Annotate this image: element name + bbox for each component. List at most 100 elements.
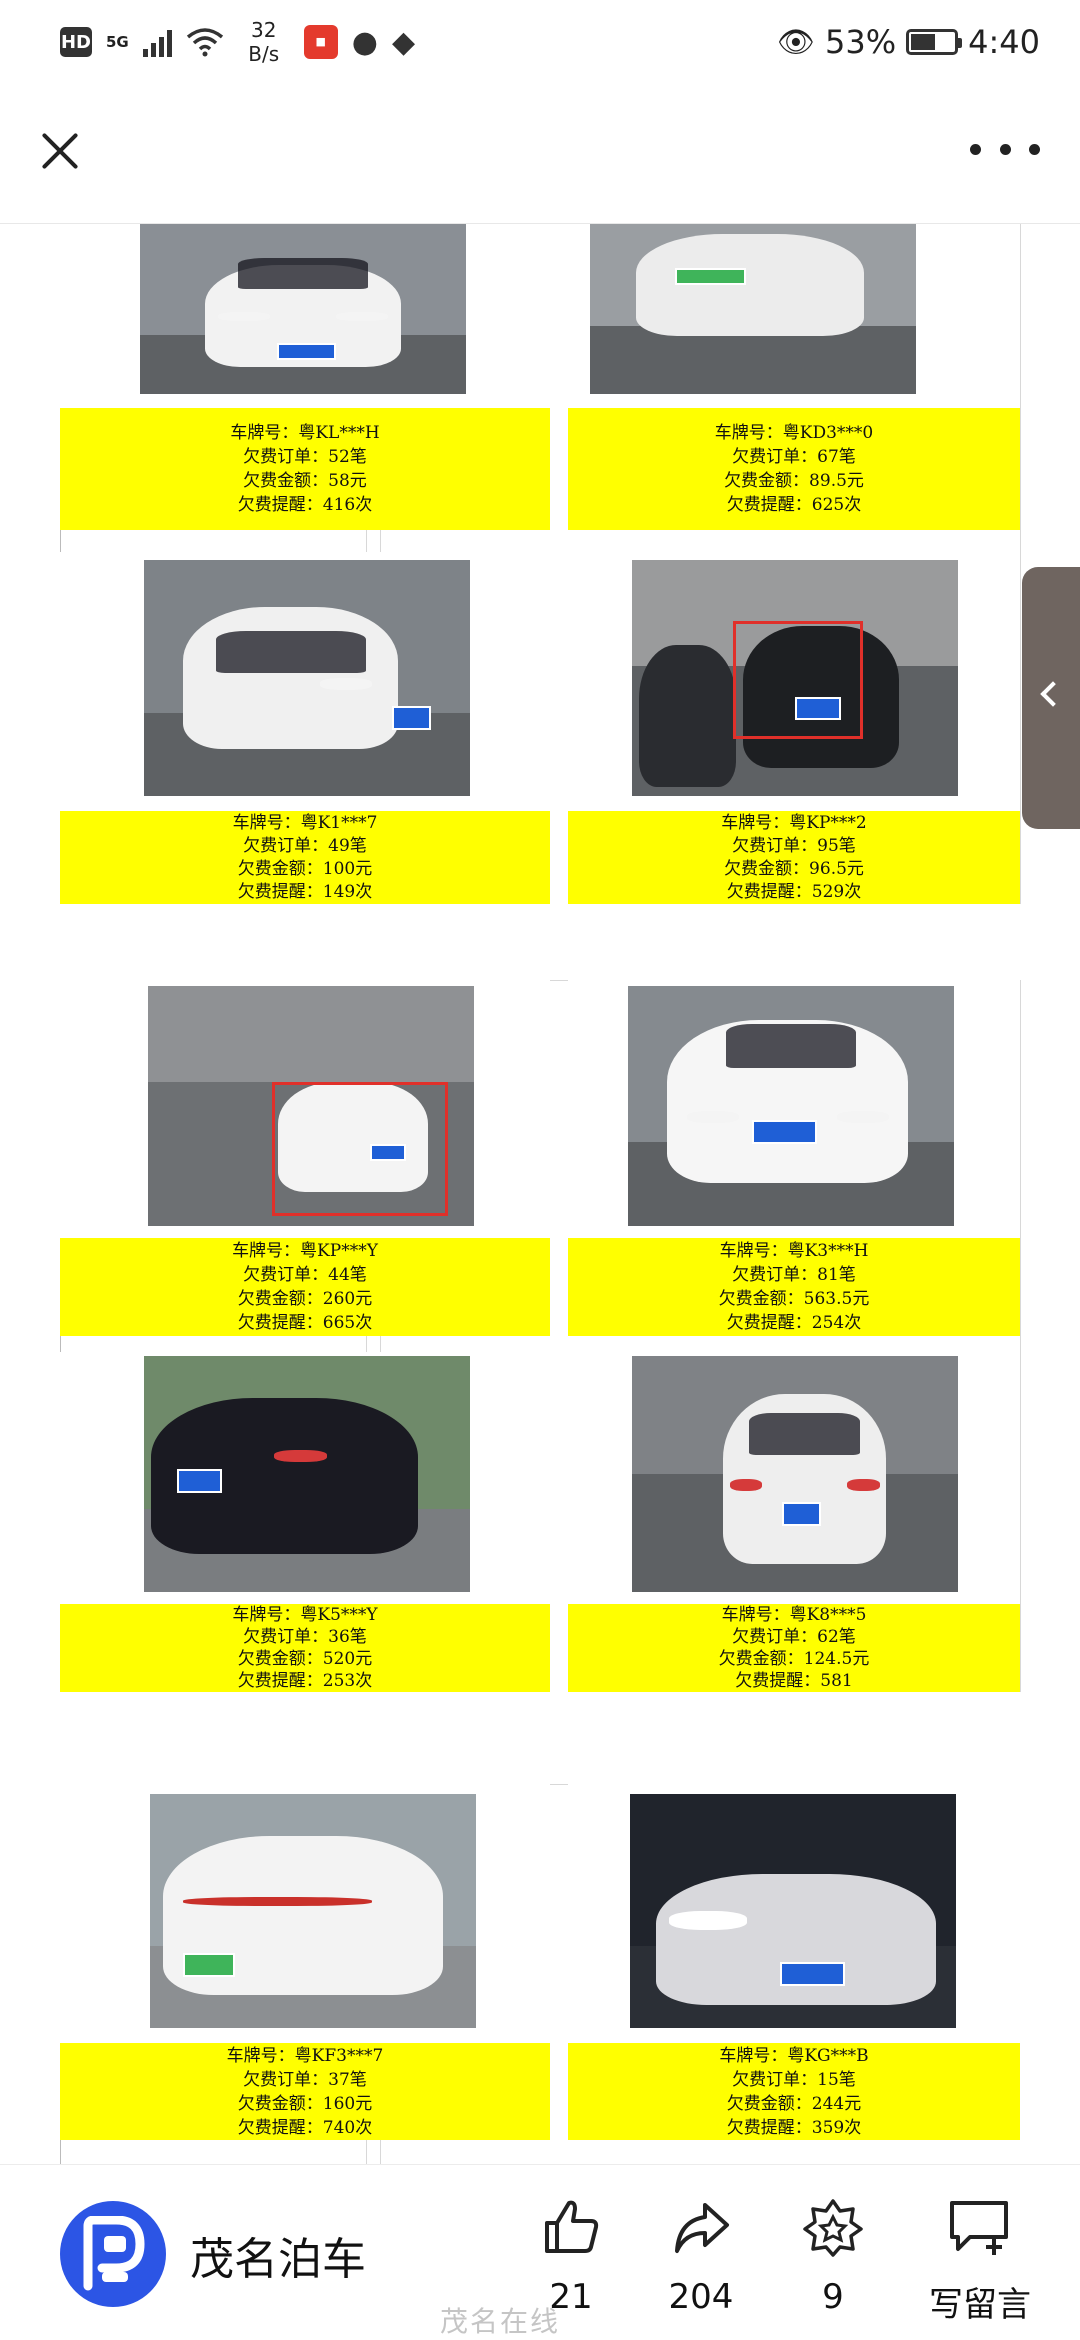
- reminder-count: 欠费提醒：529次: [726, 881, 862, 902]
- vehicle-card: 车牌号：粤K1***7 欠费订单：49笔 欠费金额：100元 欠费提醒：149次: [60, 552, 550, 904]
- write-comment-button[interactable]: 写留言: [910, 2195, 1050, 2326]
- favorite-button[interactable]: 9: [778, 2195, 888, 2317]
- arrears-info: 车牌号：粤KP***2 欠费订单：95笔 欠费金额：96.5元 欠费提醒：529…: [568, 811, 1020, 904]
- unpaid-amount: 欠费金额：96.5元: [724, 858, 864, 879]
- reminder-count: 欠费提醒：625次: [726, 495, 862, 515]
- plate-number: 车牌号：粤KL***H: [230, 423, 380, 443]
- thumbs-up-icon: [516, 2195, 626, 2259]
- unpaid-orders: 欠费订单：49笔: [243, 835, 367, 856]
- hd-icon: HD: [60, 27, 92, 57]
- record-group: 车牌号：粤KF3***7 欠费订单：37笔 欠费金额：160元 欠费提醒：740…: [60, 1784, 1020, 2164]
- arrears-info: 车牌号：粤K3***H 欠费订单：81笔 欠费金额：563.5元 欠费提醒：25…: [568, 1238, 1020, 1336]
- record-group: 车牌号：粤KL***H 欠费订单：52笔 欠费金额：58元 欠费提醒：416次 …: [60, 224, 1021, 904]
- plate-number: 车牌号：粤K8***5: [721, 1605, 867, 1625]
- arrears-info: 车牌号：粤KL***H 欠费订单：52笔 欠费金额：58元 欠费提醒：416次: [60, 408, 550, 530]
- unpaid-amount: 欠费金额：260元: [237, 1289, 373, 1309]
- arrears-info: 车牌号：粤KF3***7 欠费订单：37笔 欠费金额：160元 欠费提醒：740…: [60, 2043, 550, 2140]
- unpaid-orders: 欠费订单：36笔: [243, 1627, 367, 1647]
- reminder-count: 欠费提醒：149次: [237, 881, 373, 902]
- battery-icon: [906, 29, 963, 55]
- account-avatar[interactable]: [60, 2201, 166, 2307]
- comment-plus-icon: [910, 2195, 1050, 2259]
- alipay-icon: ◆: [391, 24, 416, 60]
- reminder-count: 欠费提醒：359次: [726, 2117, 862, 2138]
- vehicle-photo: [630, 1794, 956, 2028]
- vehicle-photo: [628, 986, 954, 1226]
- wifi-icon: [186, 27, 224, 57]
- chevron-left-icon: [1040, 681, 1066, 707]
- vehicle-card: 车牌号：粤K8***5 欠费订单：62笔 欠费金额：124.5元 欠费提醒：58…: [568, 1352, 1020, 1692]
- reminder-count: 欠费提醒：253次: [237, 1671, 373, 1691]
- battery-percent: 53%: [825, 23, 897, 61]
- unpaid-orders: 欠费订单：44笔: [243, 1265, 367, 1285]
- reminder-count: 欠费提醒：581: [735, 1671, 853, 1691]
- status-right: 👁 53% 4:40: [777, 18, 1040, 66]
- unpaid-orders: 欠费订单：52笔: [243, 447, 367, 467]
- vehicle-photo: [148, 986, 474, 1226]
- status-left: HD 5G 32 B/s ■ ● ◆: [60, 18, 415, 66]
- wechat-icon: ●: [351, 24, 378, 60]
- share-button[interactable]: 204: [646, 2195, 756, 2317]
- record-group: 车牌号：粤KP***Y 欠费订单：44笔 欠费金额：260元 欠费提醒：665次…: [60, 980, 1021, 1692]
- plate-number: 车牌号：粤K3***H: [719, 1241, 869, 1261]
- arrears-info: 车牌号：粤KP***Y 欠费订单：44笔 欠费金额：260元 欠费提醒：665次: [60, 1238, 550, 1336]
- plate-number: 车牌号：粤KP***Y: [232, 1241, 378, 1261]
- clock: 4:40: [968, 23, 1040, 61]
- status-bar: HD 5G 32 B/s ■ ● ◆ 👁 53% 4:40: [0, 0, 1080, 84]
- bank-app-icon: ■: [303, 25, 338, 59]
- share-arrow-icon: [646, 2195, 756, 2259]
- net-speed: 32 B/s: [248, 18, 280, 66]
- vehicle-photo: [590, 224, 916, 394]
- plate-number: 车牌号：粤KD3***0: [714, 423, 874, 443]
- more-icon[interactable]: [970, 134, 1040, 164]
- side-collapse-tab[interactable]: [1022, 567, 1080, 829]
- vehicle-card: 车牌号：粤KL***H 欠费订单：52笔 欠费金额：58元 欠费提醒：416次: [60, 224, 550, 530]
- unpaid-orders: 欠费订单：15笔: [732, 2069, 856, 2090]
- share-count: 204: [668, 2277, 734, 2317]
- arrears-info: 车牌号：粤K1***7 欠费订单：49笔 欠费金额：100元 欠费提醒：149次: [60, 811, 550, 904]
- vehicle-card: 车牌号：粤KP***Y 欠费订单：44笔 欠费金额：260元 欠费提醒：665次: [60, 980, 550, 1336]
- arrears-info: 车牌号：粤K8***5 欠费订单：62笔 欠费金额：124.5元 欠费提醒：58…: [568, 1604, 1020, 1692]
- eye-icon: 👁: [776, 24, 816, 60]
- plate-number: 车牌号：粤K5***Y: [232, 1605, 378, 1625]
- unpaid-amount: 欠费金额：520元: [237, 1649, 373, 1669]
- unpaid-amount: 欠费金额：160元: [237, 2093, 373, 2114]
- vehicle-card: 车牌号：粤KG***B 欠费订单：15笔 欠费金额：244元 欠费提醒：359次: [568, 1784, 1020, 2140]
- plate-number: 车牌号：粤KP***2: [721, 812, 867, 833]
- plate-number: 车牌号：粤K1***7: [232, 812, 378, 833]
- signal-icon: [142, 27, 172, 57]
- unpaid-amount: 欠费金额：124.5元: [718, 1649, 870, 1669]
- reminder-count: 欠费提醒：665次: [237, 1313, 373, 1333]
- reminder-count: 欠费提醒：254次: [726, 1313, 862, 1333]
- watermark: 茂名在线: [440, 2305, 561, 2338]
- unpaid-amount: 欠费金额：244元: [726, 2093, 862, 2114]
- favorite-count: 9: [822, 2277, 844, 2317]
- vehicle-card: 车牌号：粤K5***Y 欠费订单：36笔 欠费金额：520元 欠费提醒：253次: [60, 1352, 550, 1692]
- article-content[interactable]: 车牌号：粤KL***H 欠费订单：52笔 欠费金额：58元 欠费提醒：416次 …: [0, 224, 1080, 2164]
- vehicle-card: 车牌号：粤KF3***7 欠费订单：37笔 欠费金额：160元 欠费提醒：740…: [60, 1784, 550, 2140]
- close-icon[interactable]: [30, 119, 90, 179]
- plate-number: 车牌号：粤KF3***7: [226, 2045, 384, 2066]
- unpaid-amount: 欠费金额：563.5元: [718, 1289, 870, 1309]
- reminder-count: 欠费提醒：740次: [237, 2117, 373, 2138]
- vehicle-card: 车牌号：粤KD3***0 欠费订单：67笔 欠费金额：89.5元 欠费提醒：62…: [568, 224, 1020, 530]
- account-name[interactable]: 茂名泊车: [190, 2223, 366, 2287]
- unpaid-orders: 欠费订单：67笔: [732, 447, 856, 467]
- vehicle-photo: [150, 1794, 476, 2028]
- unpaid-amount: 欠费金额：58元: [243, 471, 367, 491]
- star-badge-icon: [778, 2195, 888, 2259]
- top-nav: [0, 84, 1080, 224]
- plate-number: 车牌号：粤KG***B: [719, 2045, 869, 2066]
- vehicle-photo: [144, 1356, 470, 1592]
- vehicle-photo: [140, 224, 466, 394]
- unpaid-amount: 欠费金额：100元: [237, 858, 373, 879]
- signal-gen-label: 5G: [106, 33, 129, 51]
- arrears-info: 车牌号：粤KG***B 欠费订单：15笔 欠费金额：244元 欠费提醒：359次: [568, 2043, 1020, 2140]
- unpaid-orders: 欠费订单：95笔: [732, 835, 856, 856]
- unpaid-orders: 欠费订单：81笔: [732, 1265, 856, 1285]
- unpaid-orders: 欠费订单：62笔: [732, 1627, 856, 1647]
- vehicle-photo: [144, 560, 470, 796]
- reminder-count: 欠费提醒：416次: [237, 495, 373, 515]
- like-button[interactable]: 21: [516, 2195, 626, 2317]
- vehicle-card: 车牌号：粤K3***H 欠费订单：81笔 欠费金额：563.5元 欠费提醒：25…: [568, 980, 1020, 1336]
